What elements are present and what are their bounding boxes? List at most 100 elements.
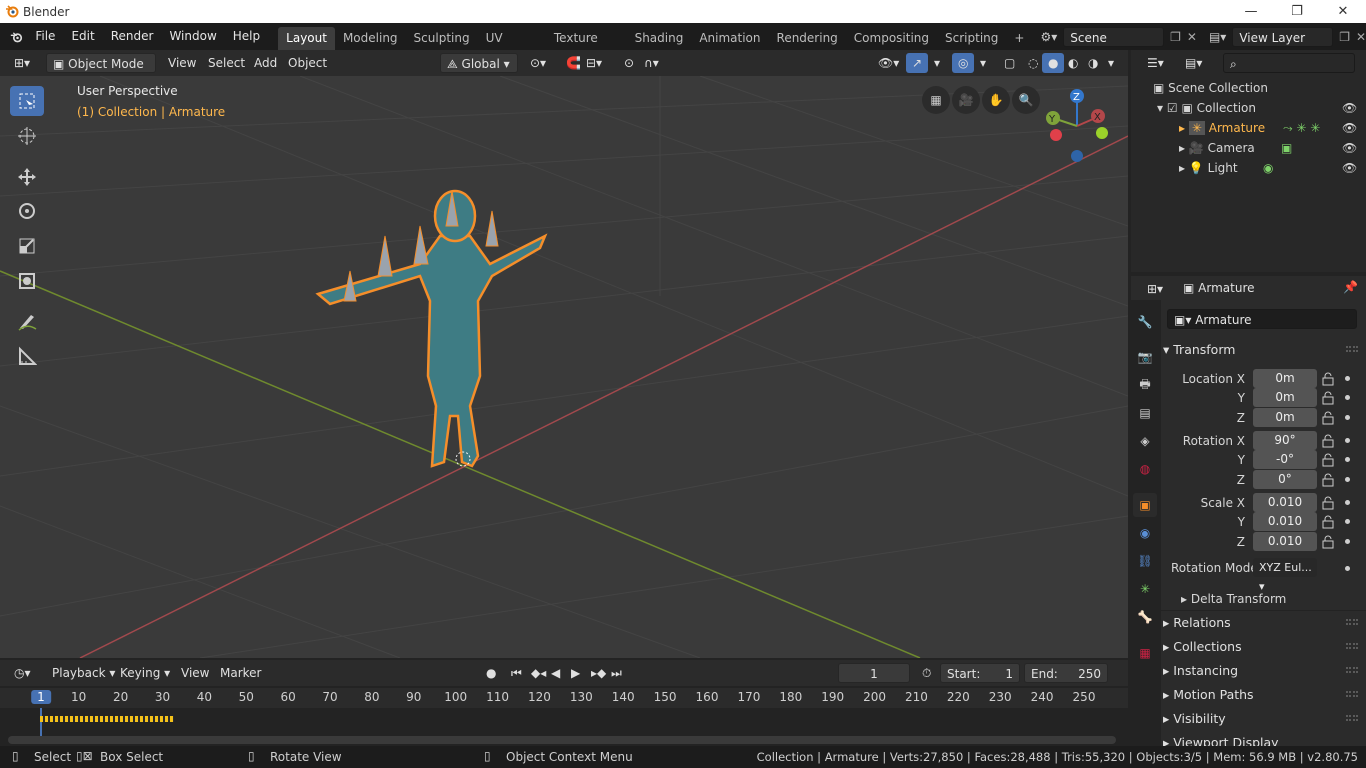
expand-arrow-icon[interactable]: ▸ <box>1179 161 1185 175</box>
tab-layout[interactable]: Layout <box>278 27 335 50</box>
add-workspace-button[interactable]: + <box>1006 27 1032 50</box>
add-menu[interactable]: Add <box>248 53 283 73</box>
collection-row[interactable]: ▾ ☑ ▣ Collection 👁 <box>1131 98 1366 118</box>
tab-sculpting[interactable]: Sculpting <box>406 27 478 50</box>
view-menu[interactable]: View <box>162 53 202 73</box>
delta-transform-panel[interactable]: ▸ Delta Transform <box>1181 592 1286 606</box>
scene-collection-row[interactable]: ▣ Scene Collection <box>1131 78 1366 98</box>
keyframe-dot-icon[interactable] <box>1345 566 1350 571</box>
bone-tab-icon[interactable]: 🦴 <box>1133 605 1157 629</box>
proportional-edit-icon[interactable]: ⊙ <box>618 53 640 73</box>
view-layer-tab-icon[interactable]: ▤ <box>1133 401 1157 425</box>
start-frame-field[interactable]: Start: 1 <box>940 663 1020 683</box>
gizmo-toggle-icon[interactable]: ↗ <box>906 53 929 73</box>
display-mode-icon[interactable]: ▤▾ <box>1179 53 1208 73</box>
minimize-button[interactable]: — <box>1228 0 1274 23</box>
menu-help[interactable]: Help <box>225 23 268 50</box>
world-tab-icon[interactable]: ◍ <box>1133 457 1157 481</box>
3d-viewport[interactable]: User Perspective (1) Collection | Armatu… <box>0 76 1128 658</box>
rotation-x-field[interactable]: 90° <box>1253 431 1317 450</box>
marker-menu[interactable]: Marker <box>214 663 267 683</box>
keyframe-dot-icon[interactable] <box>1345 395 1350 400</box>
keyframe-dot-icon[interactable] <box>1345 500 1350 505</box>
tab-uv-editing[interactable]: UV Editing <box>478 27 546 68</box>
properties-editor-icon[interactable]: ⊞▾ <box>1141 279 1169 299</box>
collapse-arrow-icon[interactable]: ▾ <box>1157 101 1163 115</box>
tab-rendering[interactable]: Rendering <box>769 27 846 50</box>
lock-icon[interactable] <box>1321 496 1335 510</box>
tab-animation[interactable]: Animation <box>691 27 768 50</box>
xray-icon[interactable]: ▢ <box>998 53 1021 73</box>
scene-name-field[interactable]: Scene <box>1063 26 1165 47</box>
playhead[interactable] <box>40 708 42 736</box>
move-tool[interactable] <box>10 162 44 192</box>
object-menu[interactable]: Object <box>282 53 333 73</box>
editor-type-icon[interactable]: ⊞▾ <box>8 53 36 73</box>
panel-grip-icon[interactable] <box>1346 619 1358 625</box>
pivot-icon[interactable]: ⊙▾ <box>524 53 552 73</box>
scale-z-field[interactable]: 0.010 <box>1253 532 1317 551</box>
keyframe-strip[interactable] <box>40 716 174 722</box>
keyframe-dot-icon[interactable] <box>1345 376 1350 381</box>
keyframe-dot-icon[interactable] <box>1345 539 1350 544</box>
scale-x-field[interactable]: 0.010 <box>1253 493 1317 512</box>
maximize-button[interactable]: ❐ <box>1274 0 1320 23</box>
location-x-field[interactable]: 0m <box>1253 369 1317 388</box>
lock-icon[interactable] <box>1321 372 1335 386</box>
falloff-icon[interactable]: ∩▾ <box>638 53 665 73</box>
tab-texture-paint[interactable]: Texture Paint <box>546 27 627 68</box>
lock-icon[interactable] <box>1321 535 1335 549</box>
outliner-search-input[interactable]: ⌕ <box>1223 53 1355 73</box>
current-frame-field[interactable]: 1 <box>838 663 910 683</box>
relations-panel[interactable]: ▸ Relations <box>1163 615 1231 630</box>
location-z-field[interactable]: 0m <box>1253 408 1317 427</box>
end-frame-field[interactable]: End: 250 <box>1024 663 1108 683</box>
armature-data-tab-icon[interactable]: ✳ <box>1133 577 1157 601</box>
expand-arrow-icon[interactable]: ▸ <box>1179 121 1185 135</box>
modifier-tab-icon[interactable]: ◉ <box>1133 521 1157 545</box>
timeline-editor-icon[interactable]: ◷▾ <box>8 663 37 683</box>
camera-data-icon[interactable]: ▣ <box>1281 138 1292 158</box>
tab-shading[interactable]: Shading <box>627 27 692 50</box>
scene-remove-icon[interactable]: ✕ <box>1187 30 1197 44</box>
viewport-display-panel[interactable]: ▸ Viewport Display <box>1163 735 1279 746</box>
scene-icon[interactable]: ⚙▾ <box>1040 30 1057 44</box>
keyframe-dot-icon[interactable] <box>1345 415 1350 420</box>
overlays-menu-icon[interactable]: ▾ <box>974 53 992 73</box>
keyframe-dot-icon[interactable] <box>1345 457 1350 462</box>
armature-eye-icon[interactable]: 👁 <box>1342 118 1357 138</box>
tool-tab-icon[interactable]: 🔧 <box>1133 310 1157 334</box>
menu-render[interactable]: Render <box>103 23 162 50</box>
scale-tool[interactable] <box>10 231 44 261</box>
view-layer-icon[interactable]: ▤▾ <box>1209 30 1226 44</box>
outliner[interactable]: ☰▾ ▤▾ ⌕ ▣ Scene Collection ▾ ☑ ▣ Collect… <box>1131 50 1366 272</box>
transform-tool[interactable] <box>10 266 44 296</box>
keyframe-dot-icon[interactable] <box>1345 477 1350 482</box>
timeline-scrollbar[interactable] <box>8 736 1116 744</box>
gizmo-menu-icon[interactable]: ▾ <box>928 53 946 73</box>
tab-scripting[interactable]: Scripting <box>937 27 1006 50</box>
stopwatch-icon[interactable]: ⏱ <box>916 663 937 683</box>
lock-icon[interactable] <box>1321 453 1335 467</box>
visibility-panel[interactable]: ▸ Visibility <box>1163 711 1226 726</box>
camera-eye-icon[interactable]: 👁 <box>1342 138 1357 158</box>
instancing-panel[interactable]: ▸ Instancing <box>1163 663 1238 678</box>
object-tab-icon[interactable]: ▣ <box>1133 493 1157 517</box>
scale-y-field[interactable]: 0.010 <box>1253 512 1317 531</box>
annotate-tool[interactable] <box>10 306 44 336</box>
view-layer-remove-icon[interactable]: ✕ <box>1356 30 1366 44</box>
rotation-y-field[interactable]: -0° <box>1253 450 1317 469</box>
navigation-gizmo[interactable]: Z X Y <box>1040 86 1116 166</box>
collections-panel[interactable]: ▸ Collections <box>1163 639 1242 654</box>
scene-copy-icon[interactable]: ❐ <box>1170 30 1181 44</box>
lock-icon[interactable] <box>1321 391 1335 405</box>
panel-grip-icon[interactable] <box>1346 667 1358 673</box>
camera-view-icon[interactable]: 🎥 <box>952 86 980 114</box>
armature-data-icon[interactable]: ⤳ ✳ ✳ <box>1283 118 1320 138</box>
shading-menu-icon[interactable]: ▾ <box>1102 53 1120 73</box>
snap-target-icon[interactable]: ⊟▾ <box>580 53 608 73</box>
visibility-icon[interactable]: 👁▾ <box>872 53 905 73</box>
light-data-icon[interactable]: ◉ <box>1263 158 1273 178</box>
tab-compositing[interactable]: Compositing <box>846 27 937 50</box>
lock-icon[interactable] <box>1321 473 1335 487</box>
